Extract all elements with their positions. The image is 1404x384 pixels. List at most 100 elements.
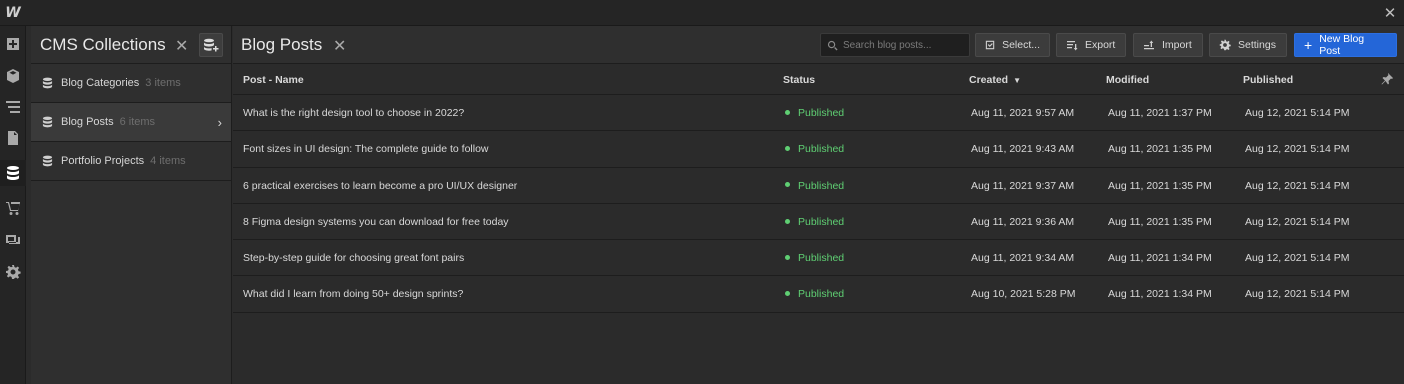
column-header-status[interactable]: Status: [783, 74, 815, 86]
column-header-created-label: Created: [969, 74, 1009, 86]
close-icon[interactable]: ✕: [175, 36, 188, 56]
status-label: Published: [798, 107, 845, 119]
select-button-label: Select...: [1002, 39, 1040, 51]
column-header-created[interactable]: Created ▼: [969, 74, 1021, 86]
column-header-name[interactable]: Post - Name: [243, 74, 304, 86]
sort-caret-icon: ▼: [1013, 76, 1022, 85]
post-name-cell: Step-by-step guide for choosing great fo…: [243, 252, 465, 265]
collection-name: Blog Posts: [61, 116, 114, 128]
created-cell: Aug 11, 2021 9:43 AM: [971, 143, 1075, 156]
table-row[interactable]: What is the right design tool to choose …: [233, 95, 1404, 132]
collection-item-blog-categories[interactable]: Blog Categories 3 items: [31, 64, 231, 103]
new-blog-post-label: New Blog Post: [1319, 33, 1365, 57]
main-panel: Blog Posts ✕ Select... Export Import Set…: [233, 26, 1404, 384]
collection-name: Blog Categories: [61, 77, 140, 89]
collection-count: 4 items: [150, 155, 186, 167]
created-cell: Aug 11, 2021 9:57 AM: [971, 107, 1075, 119]
pages-icon[interactable]: [0, 125, 26, 151]
status-dot-icon: [785, 218, 790, 224]
status-dot-icon: [785, 254, 790, 260]
search-icon: [827, 40, 838, 50]
database-icon: [42, 116, 53, 128]
status-dot-icon: [785, 146, 790, 152]
status-label: Published: [798, 252, 845, 265]
published-cell: Aug 12, 2021 5:14 PM: [1245, 179, 1350, 192]
settings-button[interactable]: Settings: [1209, 33, 1287, 57]
table-row[interactable]: Step-by-step guide for choosing great fo…: [233, 240, 1404, 277]
column-header-published[interactable]: Published: [1243, 74, 1293, 86]
new-blog-post-button[interactable]: + New Blog Post: [1294, 33, 1397, 57]
collection-count: 6 items: [119, 116, 156, 128]
created-cell: Aug 11, 2021 9:34 AM: [971, 252, 1075, 265]
status-label: Published: [798, 179, 845, 192]
post-name-cell: Font sizes in UI design: The complete gu…: [243, 143, 489, 156]
add-collection-button[interactable]: [199, 33, 223, 57]
status-badge: Published: [785, 143, 844, 155]
cms-icon[interactable]: [0, 160, 26, 186]
table-row[interactable]: 8 Figma design systems you can download …: [233, 204, 1404, 241]
close-icon[interactable]: ✕: [1380, 3, 1400, 23]
published-cell: Aug 12, 2021 5:14 PM: [1245, 143, 1350, 156]
modified-cell: Aug 11, 2021 1:34 PM: [1108, 252, 1212, 265]
chevron-right-icon: ›: [217, 115, 222, 130]
page-title: Blog Posts: [241, 35, 323, 54]
assets-icon[interactable]: [0, 227, 26, 253]
checkbox-icon: [985, 40, 995, 50]
top-bar: W ✕: [0, 0, 1404, 26]
created-cell: Aug 11, 2021 9:37 AM: [971, 179, 1075, 192]
status-dot-icon: [785, 182, 790, 188]
gear-icon: [1219, 39, 1231, 51]
navigator-icon[interactable]: [0, 94, 26, 120]
collection-item-blog-posts[interactable]: Blog Posts 6 items ›: [31, 103, 231, 142]
webflow-logo[interactable]: W: [0, 0, 26, 26]
post-name-cell: 6 practical exercises to learn become a …: [243, 179, 518, 192]
collection-count: 3 items: [145, 77, 181, 89]
post-name-cell: What is the right design tool to choose …: [243, 107, 465, 119]
ecommerce-icon[interactable]: [0, 195, 26, 221]
select-button[interactable]: Select...: [975, 33, 1050, 57]
search-input[interactable]: [843, 39, 963, 51]
pin-icon[interactable]: [1380, 72, 1394, 86]
created-cell: Aug 11, 2021 9:36 AM: [971, 215, 1075, 228]
published-cell: Aug 12, 2021 5:14 PM: [1245, 252, 1350, 265]
column-header-modified[interactable]: Modified: [1106, 74, 1149, 86]
published-cell: Aug 12, 2021 5:14 PM: [1245, 288, 1350, 301]
add-icon[interactable]: [0, 31, 26, 57]
collection-name: Portfolio Projects: [61, 155, 145, 167]
modified-cell: Aug 11, 2021 1:37 PM: [1108, 107, 1212, 119]
plus-icon: +: [1304, 37, 1313, 53]
close-icon[interactable]: ✕: [333, 36, 346, 56]
import-button-label: Import: [1162, 39, 1192, 51]
status-dot-icon: [785, 109, 790, 115]
import-button[interactable]: Import: [1133, 33, 1203, 57]
add-database-icon: [204, 38, 219, 52]
export-button[interactable]: Export: [1056, 33, 1126, 57]
status-label: Published: [798, 143, 845, 156]
published-cell: Aug 12, 2021 5:14 PM: [1245, 215, 1350, 228]
table-row[interactable]: Font sizes in UI design: The complete gu…: [233, 131, 1404, 168]
collections-title: CMS Collections: [40, 35, 166, 54]
post-name-cell: What did I learn from doing 50+ design s…: [243, 288, 464, 301]
status-badge: Published: [785, 288, 844, 300]
published-cell: Aug 12, 2021 5:14 PM: [1245, 107, 1350, 119]
status-label: Published: [798, 215, 845, 228]
export-icon: [1067, 41, 1078, 51]
status-badge: Published: [785, 180, 844, 192]
table-row[interactable]: 6 practical exercises to learn become a …: [233, 168, 1404, 204]
settings-icon[interactable]: [0, 259, 26, 285]
post-name-cell: 8 Figma design systems you can download …: [243, 215, 509, 228]
table-row[interactable]: What did I learn from doing 50+ design s…: [233, 276, 1404, 313]
collection-item-portfolio-projects[interactable]: Portfolio Projects 4 items: [31, 142, 231, 181]
box-icon[interactable]: [0, 63, 26, 89]
status-badge: Published: [785, 107, 844, 119]
status-badge: Published: [785, 252, 844, 264]
status-label: Published: [798, 288, 845, 301]
main-header: Blog Posts ✕ Select... Export Import Set…: [233, 26, 1404, 64]
table-header: Post - Name Status Created ▼ Modified Pub…: [233, 64, 1404, 95]
search-box: [820, 33, 970, 57]
database-icon: [42, 155, 53, 167]
export-button-label: Export: [1085, 39, 1116, 51]
status-dot-icon: [785, 291, 790, 297]
modified-cell: Aug 11, 2021 1:34 PM: [1108, 288, 1212, 301]
import-icon: [1144, 40, 1154, 50]
